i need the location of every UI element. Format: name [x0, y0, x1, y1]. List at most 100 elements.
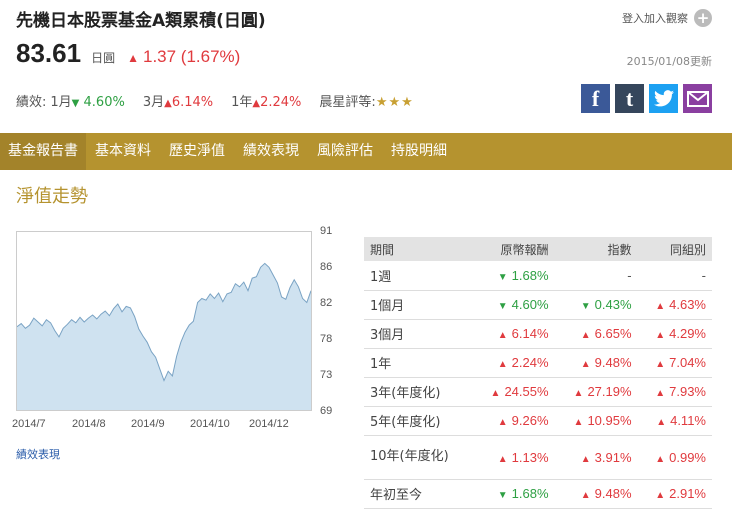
x-tick-label: 2014/12 [249, 418, 289, 430]
table-header-row: 期間 原幣報酬 指數 同組別 [364, 237, 712, 261]
tab-holdings[interactable]: 持股明細 [382, 133, 456, 170]
up-arrow-icon: ▲ [252, 98, 261, 109]
table-body: 1週 ▼ 1.68% - -1個月 ▼ 4.60% ▼ 0.43% ▲ 4.63% 3個月 ▲ 6.14%… [364, 261, 712, 509]
up-arrow-icon: ▲ [164, 98, 172, 109]
twitter-icon[interactable] [649, 84, 678, 113]
row-value: ▲ 27.19% [554, 377, 638, 407]
up-arrow-icon: ▲ [573, 417, 584, 428]
return-value: 4.29% [669, 326, 706, 341]
nav-value: 83.61 [16, 38, 82, 68]
add-to-watchlist[interactable]: 登入加入觀察 + [622, 9, 712, 27]
row-value: - [554, 261, 638, 291]
return-value: 2.91% [669, 486, 706, 501]
return-value: 1.13% [511, 449, 549, 465]
email-icon[interactable] [683, 84, 712, 113]
row-period: 年初至今 [364, 479, 472, 509]
row-value: ▲ 9.48% [554, 479, 638, 509]
return-value: 4.63% [669, 297, 706, 312]
return-value: 7.04% [669, 355, 706, 370]
section-title: 淨值走勢 [16, 186, 88, 207]
up-arrow-icon: ▲ [655, 330, 666, 341]
tab-basic-info[interactable]: 基本資料 [86, 133, 160, 170]
row-period: 1年 [364, 348, 472, 378]
perf-1y: 1年▲2.24% [231, 91, 301, 110]
return-value: 7.93% [669, 384, 706, 399]
col-index: 指數 [554, 237, 638, 261]
tab-risk[interactable]: 風險評估 [308, 133, 382, 170]
star-icon: ★★★ [375, 95, 414, 110]
up-arrow-icon: ▲ [497, 359, 508, 370]
table-row: 5年(年度化) ▲ 9.26% ▲ 10.95% ▲ 4.11% [364, 406, 712, 436]
tab-nav-history[interactable]: 歷史淨值 [160, 133, 234, 170]
y-tick-label: 73 [320, 369, 333, 381]
row-period: 10年(年度化) [364, 435, 472, 480]
performance-summary: 績效: 1月▼ 4.60% 3月▲6.14% 1年▲2.24% 晨星評等:★★★ [16, 91, 432, 110]
up-arrow-icon: ▲ [655, 453, 666, 465]
perf-value: 2.24% [260, 95, 302, 110]
row-value: ▼ 0.43% [554, 290, 638, 320]
row-value: ▲ 4.63% [637, 290, 712, 320]
up-arrow-icon: ▲ [497, 417, 508, 428]
table-row: 年初至今 ▼ 1.68% ▲ 9.48% ▲ 2.91% [364, 479, 712, 509]
update-date: 2015/01/08更新 [626, 55, 712, 68]
row-value: ▲ 1.13% [471, 435, 555, 480]
down-arrow-icon: ▼ [497, 271, 508, 283]
col-fund-return: 原幣報酬 [471, 237, 555, 261]
nav-chart-svg [17, 262, 311, 410]
price-row: 83.61 日圓 ▲ 1.37 (1.67%) [16, 38, 240, 69]
row-value: ▲ 3.91% [554, 435, 638, 480]
col-period: 期間 [364, 237, 472, 261]
return-value: 0.99% [669, 449, 706, 465]
tab-performance[interactable]: 績效表現 [234, 133, 308, 170]
nav-chart [16, 231, 312, 411]
row-value: ▲ 9.48% [554, 348, 638, 378]
table-row: 3個月 ▲ 6.14% ▲ 6.65% ▲ 4.29% [364, 319, 712, 349]
up-arrow-icon: ▲ [580, 490, 591, 501]
return-value: 6.65% [594, 326, 632, 341]
return-value: 3.91% [594, 449, 632, 465]
perf-period: 3月 [142, 95, 165, 110]
facebook-icon[interactable]: f [581, 84, 610, 113]
row-period: 5年(年度化) [364, 406, 472, 436]
y-tick-label: 91 [320, 225, 333, 237]
fund-tabs: 基金報告書 基本資料 歷史淨值 績效表現 風險評估 持股明細 [0, 133, 732, 170]
tab-fund-report[interactable]: 基金報告書 [0, 133, 86, 170]
up-arrow-icon: ▲ [655, 388, 666, 399]
row-value: ▲ 2.91% [637, 479, 712, 509]
watchlist-label[interactable]: 登入加入觀察 [622, 10, 688, 26]
down-arrow-icon: ▼ [497, 490, 508, 501]
col-peer-group: 同組別 [637, 237, 712, 261]
y-tick-label: 86 [320, 261, 333, 273]
currency-label: 日圓 [91, 51, 116, 65]
fund-name: 先機日本股票基金A類累積(日圓) [16, 11, 266, 31]
return-value: 6.14% [511, 326, 549, 341]
social-share: f t [581, 84, 712, 113]
nav-area [17, 263, 311, 410]
x-tick-label: 2014/10 [190, 418, 230, 430]
row-value: ▲ 9.26% [471, 406, 555, 436]
return-value: 0.43% [594, 297, 632, 312]
table-row: 10年(年度化) ▲ 1.13% ▲ 3.91% ▲ 0.99% [364, 435, 712, 480]
price-change: ▲ 1.37 (1.67%) [127, 47, 240, 67]
fund-header: 先機日本股票基金A類累積(日圓) 登入加入觀察 + 83.61 日圓 ▲ 1.37… [0, 0, 732, 122]
x-tick-label: 2014/7 [12, 418, 46, 430]
return-value: 1.68% [511, 486, 549, 501]
rating-label: 晨星評等: [319, 95, 376, 110]
return-value: 2.24% [511, 355, 549, 370]
perf-value: 6.14% [171, 95, 214, 110]
row-period: 1個月 [364, 290, 472, 320]
return-value: 9.48% [594, 355, 632, 370]
row-value: ▲ 4.29% [637, 319, 712, 349]
down-arrow-icon: ▼ [497, 301, 508, 312]
row-value: ▲ 6.65% [554, 319, 638, 349]
envelope-shape [686, 90, 709, 107]
tumblr-icon[interactable]: t [615, 84, 644, 113]
up-arrow-icon: ▲ [580, 453, 591, 465]
up-arrow-icon: ▲ [490, 388, 501, 399]
x-tick-label: 2014/8 [72, 418, 106, 430]
plus-icon[interactable]: + [694, 9, 712, 27]
table-row: 1週 ▼ 1.68% - - [364, 261, 712, 291]
up-arrow-icon: ▲ [655, 301, 666, 312]
performance-link[interactable]: 績效表現 [16, 446, 60, 462]
return-value: 24.55% [504, 384, 549, 399]
